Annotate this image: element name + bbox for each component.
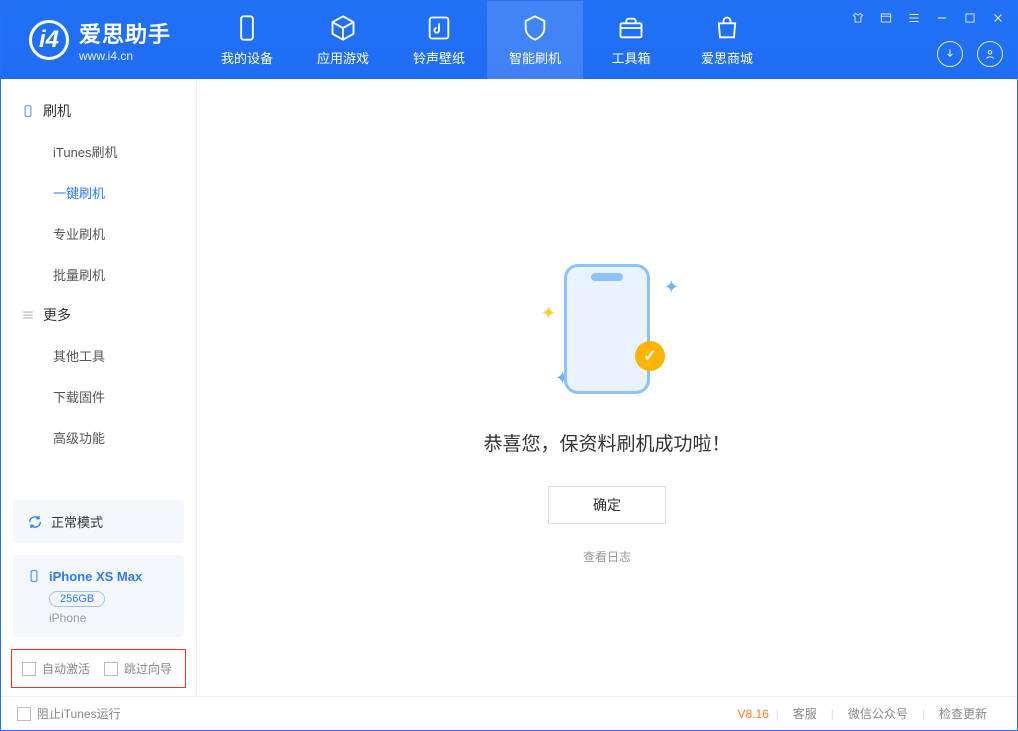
wechat-link[interactable]: 微信公众号 bbox=[848, 705, 908, 722]
nav-item-other-tools[interactable]: 其他工具 bbox=[1, 335, 196, 376]
bag-icon bbox=[713, 14, 741, 42]
footer: 阻止iTunes运行 V8.16 | 客服 | 微信公众号 | 检查更新 bbox=[1, 696, 1017, 730]
device-name: iPhone XS Max bbox=[49, 569, 142, 584]
device-capacity: 256GB bbox=[49, 591, 105, 607]
minimize-icon[interactable] bbox=[933, 9, 951, 27]
nav-item-oneclick-flash[interactable]: 一键刷机 bbox=[1, 172, 196, 213]
window-controls bbox=[849, 9, 1007, 27]
app-window-icon[interactable] bbox=[877, 9, 895, 27]
menu-icon[interactable] bbox=[905, 9, 923, 27]
main-tabs: 我的设备 应用游戏 铃声壁纸 智能刷机 工具箱 爱思商城 bbox=[199, 1, 775, 79]
checkbox-icon bbox=[22, 662, 36, 676]
checkbox-label: 阻止iTunes运行 bbox=[37, 705, 121, 722]
nav-section-more: 更多 bbox=[1, 295, 196, 335]
checkbox-icon bbox=[17, 707, 31, 721]
tab-flash[interactable]: 智能刷机 bbox=[487, 1, 583, 79]
device-card[interactable]: iPhone XS Max 256GB iPhone bbox=[13, 555, 184, 637]
checkbox-skip-guide[interactable]: 跳过向导 bbox=[104, 660, 172, 677]
checkbox-icon bbox=[104, 662, 118, 676]
sparkle-icon: ✦ bbox=[664, 277, 679, 298]
ok-button[interactable]: 确定 bbox=[548, 486, 666, 524]
section-title: 更多 bbox=[43, 305, 71, 325]
tab-label: 我的设备 bbox=[221, 48, 273, 67]
nav-item-batch-flash[interactable]: 批量刷机 bbox=[1, 254, 196, 295]
app-url: www.i4.cn bbox=[79, 49, 171, 63]
nav-section-flash: 刷机 bbox=[1, 91, 196, 131]
tab-label: 工具箱 bbox=[612, 48, 651, 67]
tab-label: 应用游戏 bbox=[317, 48, 369, 67]
check-update-link[interactable]: 检查更新 bbox=[939, 705, 987, 722]
body: 刷机 iTunes刷机 一键刷机 专业刷机 批量刷机 更多 其他工具 下载固件 … bbox=[1, 79, 1017, 696]
app-name: 爱思助手 bbox=[79, 17, 171, 49]
download-icon[interactable] bbox=[937, 41, 963, 67]
device-type: iPhone bbox=[49, 611, 170, 625]
checkbox-label: 自动激活 bbox=[42, 660, 90, 677]
device-icon bbox=[27, 567, 41, 585]
mode-label: 正常模式 bbox=[51, 512, 103, 531]
tab-store[interactable]: 爱思商城 bbox=[679, 1, 775, 79]
mode-card[interactable]: 正常模式 bbox=[13, 500, 184, 543]
list-icon bbox=[21, 308, 35, 322]
maximize-icon[interactable] bbox=[961, 9, 979, 27]
logo-icon: i4 bbox=[29, 20, 69, 60]
shield-icon bbox=[521, 14, 549, 42]
version: V8.16 bbox=[738, 707, 769, 721]
app-window: i4 爱思助手 www.i4.cn 我的设备 应用游戏 铃声壁纸 智能刷机 bbox=[0, 0, 1018, 731]
header: i4 爱思助手 www.i4.cn 我的设备 应用游戏 铃声壁纸 智能刷机 bbox=[1, 1, 1017, 79]
phone-icon bbox=[21, 104, 35, 118]
cube-icon bbox=[329, 14, 357, 42]
toolbox-icon bbox=[617, 14, 645, 42]
tab-ringtones[interactable]: 铃声壁纸 bbox=[391, 1, 487, 79]
nav-item-advanced[interactable]: 高级功能 bbox=[1, 417, 196, 458]
checkbox-auto-activate[interactable]: 自动激活 bbox=[22, 660, 90, 677]
view-log-link[interactable]: 查看日志 bbox=[583, 548, 631, 565]
nav: 刷机 iTunes刷机 一键刷机 专业刷机 批量刷机 更多 其他工具 下载固件 … bbox=[1, 79, 196, 500]
sidebar: 刷机 iTunes刷机 一键刷机 专业刷机 批量刷机 更多 其他工具 下载固件 … bbox=[1, 79, 197, 696]
shirt-icon[interactable] bbox=[849, 9, 867, 27]
close-icon[interactable] bbox=[989, 9, 1007, 27]
tab-toolbox[interactable]: 工具箱 bbox=[583, 1, 679, 79]
phone-illustration-icon bbox=[564, 264, 650, 394]
nav-item-itunes-flash[interactable]: iTunes刷机 bbox=[1, 131, 196, 172]
logo-text: 爱思助手 www.i4.cn bbox=[79, 17, 171, 63]
highlighted-options: 自动激活 跳过向导 bbox=[11, 649, 186, 688]
section-title: 刷机 bbox=[43, 101, 71, 121]
support-link[interactable]: 客服 bbox=[793, 705, 817, 722]
success-illustration: ✦ ✦ ✦ ✓ bbox=[537, 259, 677, 399]
check-badge-icon: ✓ bbox=[635, 341, 665, 371]
nav-item-download-firmware[interactable]: 下载固件 bbox=[1, 376, 196, 417]
user-icon[interactable] bbox=[977, 41, 1003, 67]
tab-apps[interactable]: 应用游戏 bbox=[295, 1, 391, 79]
note-icon bbox=[425, 14, 453, 42]
logo: i4 爱思助手 www.i4.cn bbox=[1, 1, 199, 79]
checkbox-label: 跳过向导 bbox=[124, 660, 172, 677]
tab-my-device[interactable]: 我的设备 bbox=[199, 1, 295, 79]
refresh-icon bbox=[27, 514, 43, 530]
nav-item-pro-flash[interactable]: 专业刷机 bbox=[1, 213, 196, 254]
tab-label: 爱思商城 bbox=[701, 48, 753, 67]
device-icon bbox=[233, 14, 261, 42]
tab-label: 智能刷机 bbox=[509, 48, 561, 67]
tab-label: 铃声壁纸 bbox=[413, 48, 465, 67]
success-message: 恭喜您，保资料刷机成功啦！ bbox=[483, 429, 730, 456]
main-content: ✦ ✦ ✦ ✓ 恭喜您，保资料刷机成功啦！ 确定 查看日志 bbox=[197, 79, 1017, 696]
checkbox-block-itunes[interactable]: 阻止iTunes运行 bbox=[17, 705, 121, 722]
sparkle-icon: ✦ bbox=[541, 303, 556, 324]
